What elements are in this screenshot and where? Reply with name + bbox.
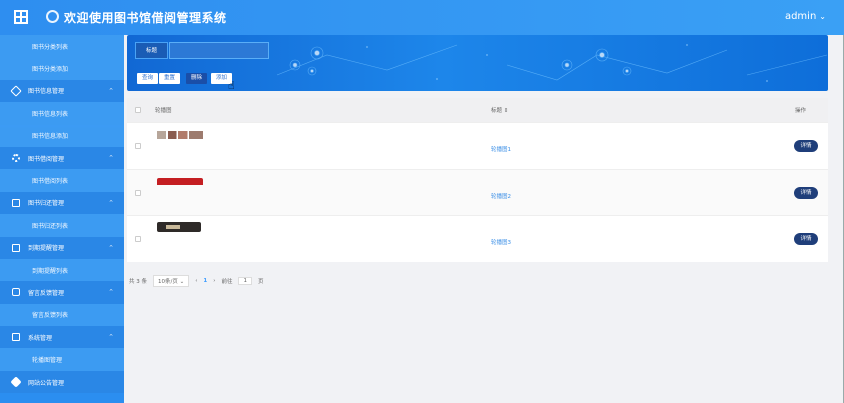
row-checkbox[interactable] [135, 143, 141, 149]
sidebar-item-label: 网站公告管理 [28, 379, 65, 387]
chevron-up-icon: ⌃ [108, 243, 114, 252]
sidebar: 图书分类列表 图书分类添加 图书信息管理 ⌃ 图书信息列表 图书信息添加 图书借阅管理 ⌃ 图书… [0, 35, 124, 403]
sidebar-group[interactable]: 网站公告管理 [0, 370, 124, 394]
delete-button[interactable]: 删除 [186, 73, 208, 84]
pen-icon [10, 376, 22, 388]
header-image: 轮播图 [155, 108, 172, 114]
box-icon [12, 333, 20, 342]
sidebar-group[interactable]: 到期提醒管理 ⌃ [0, 236, 124, 259]
search-input[interactable] [169, 42, 269, 59]
chat-icon [12, 288, 20, 297]
chevron-up-icon: ⌃ [108, 86, 114, 95]
query-button[interactable]: 查询 [137, 73, 159, 84]
sidebar-item-label: 留言反馈管理 [28, 289, 65, 297]
sidebar-item[interactable]: 图书归还列表 [0, 214, 124, 237]
reset-button[interactable]: 重置 [159, 73, 181, 84]
search-banner: 标题 查询 重置 删除 添加 ☝ [127, 35, 828, 91]
prev-page-icon[interactable]: ‹ [195, 278, 197, 284]
sidebar-item-label: 图书信息添加 [32, 133, 69, 141]
top-bar: 欢迎使用图书馆借阅管理系统 admin ⌄ [0, 0, 844, 35]
sidebar-item-label: 图书借阅管理 [28, 155, 65, 163]
user-menu[interactable]: admin ⌄ [785, 11, 826, 22]
tag-icon [10, 85, 22, 97]
doc-icon [12, 243, 20, 252]
chevron-down-icon: ⌄ [819, 12, 826, 21]
pagination: 共 3 条 10条/页 ⌄ ‹ 1 › 前往 1 页 [129, 275, 263, 287]
app-title: 欢迎使用图书馆借阅管理系统 [64, 11, 227, 25]
gear-icon [12, 154, 20, 163]
banner-thumbnail [157, 222, 201, 232]
sidebar-item-label: 图书归还管理 [28, 200, 65, 208]
sidebar-item[interactable]: 图书信息列表 [0, 102, 124, 125]
row-title: 轮播图2 [491, 193, 511, 200]
row-title: 轮播图3 [491, 240, 511, 246]
banner-thumbnail [157, 131, 203, 139]
next-page-icon[interactable]: › [213, 278, 215, 284]
goto-label: 前往 [221, 279, 233, 285]
sidebar-item[interactable]: 图书分类列表 [0, 35, 124, 58]
table-row: 轮播图3 详情 [127, 215, 828, 262]
chevron-up-icon: ⌃ [108, 153, 114, 162]
banner-thumbnail [157, 177, 203, 185]
sidebar-item-label: 留言反馈列表 [32, 312, 69, 320]
data-table: 轮播图 标题 ⇕ 操作 轮播图1 详情 轮播图2 详情 轮播图3 详情 [127, 98, 828, 262]
sidebar-item-label: 到期提醒列表 [32, 267, 69, 275]
sidebar-item-label: 图书分类添加 [32, 66, 69, 74]
header-op: 操作 [795, 108, 807, 114]
sidebar-group[interactable]: 图书归还管理 ⌃ [0, 191, 124, 215]
header-title[interactable]: 标题 ⇕ [491, 106, 508, 114]
chevron-up-icon: ⌃ [108, 288, 114, 297]
sidebar-item-label: 图书信息管理 [28, 88, 65, 96]
sidebar-item[interactable]: 图书分类添加 [0, 57, 124, 80]
detail-button[interactable]: 详情 [794, 233, 818, 245]
chevron-up-icon: ⌃ [108, 333, 114, 342]
search-label: 标题 [135, 42, 169, 59]
row-title: 轮播图1 [491, 147, 511, 153]
sidebar-item-label: 图书信息列表 [32, 110, 69, 118]
sidebar-group[interactable]: 图书信息管理 ⌃ [0, 79, 124, 103]
row-checkbox[interactable] [135, 236, 141, 242]
sidebar-item-label: 图书借阅列表 [32, 178, 69, 186]
sidebar-item[interactable]: 图书借阅列表 [0, 169, 124, 192]
sidebar-item-label: 图书分类列表 [32, 43, 69, 51]
sidebar-item-label: 轮播图管理 [32, 357, 63, 365]
sidebar-item[interactable]: 到期提醒列表 [0, 258, 124, 282]
detail-button[interactable]: 详情 [794, 186, 818, 199]
goto-input[interactable]: 1 [238, 277, 252, 285]
box-icon [12, 198, 20, 207]
row-checkbox[interactable] [135, 189, 141, 196]
user-name: admin [784, 11, 817, 22]
table-header: 轮播图 标题 ⇕ 操作 [127, 98, 828, 122]
current-page[interactable]: 1 [203, 278, 207, 284]
total-count: 共 3 条 [129, 279, 147, 285]
table-row: 轮播图1 详情 [127, 122, 828, 169]
sidebar-item[interactable]: 轮播图管理 [0, 348, 124, 371]
page-unit: 页 [257, 279, 264, 285]
sidebar-group[interactable]: 系统管理 ⌃ [0, 326, 124, 349]
sidebar-item-label: 系统管理 [28, 334, 53, 342]
system-logo-icon [46, 10, 59, 23]
sidebar-item-label: 图书归还列表 [32, 222, 69, 230]
table-row: 轮播图2 详情 [127, 168, 828, 215]
menu-grid-icon[interactable] [14, 10, 28, 24]
chevron-up-icon: ⌃ [108, 198, 114, 207]
sidebar-item[interactable]: 留言反馈列表 [0, 303, 124, 327]
main-content: 标题 查询 重置 删除 添加 ☝ 轮播图 标题 ⇕ 操作 轮播图1 详情 轮播图… [124, 35, 844, 403]
hand-cursor-icon: ☝ [228, 79, 235, 91]
select-all-checkbox[interactable] [135, 107, 141, 113]
sidebar-group[interactable]: 留言反馈管理 ⌃ [0, 281, 124, 304]
detail-button[interactable]: 详情 [794, 140, 818, 152]
page-size-select[interactable]: 10条/页 ⌄ [153, 275, 190, 287]
sidebar-item[interactable]: 图书信息添加 [0, 124, 124, 147]
sidebar-group[interactable]: 图书借阅管理 ⌃ [0, 146, 124, 170]
sidebar-item-label: 到期提醒管理 [28, 245, 65, 253]
